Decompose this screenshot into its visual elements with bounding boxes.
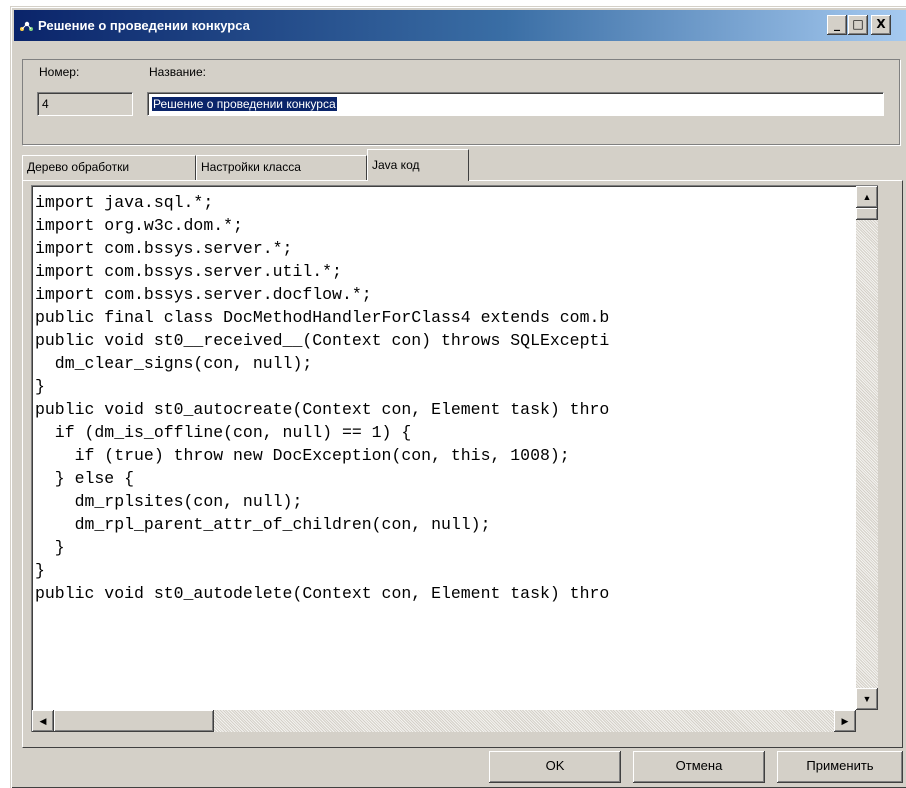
code-line: } [35, 561, 45, 580]
name-field[interactable]: Решение о проведении конкурса [147, 92, 884, 116]
name-label: Название: [149, 65, 206, 79]
scroll-left-arrow-icon[interactable]: ◀ [32, 710, 54, 732]
vertical-scroll-thumb[interactable] [856, 208, 878, 220]
maximize-button[interactable]: □ [848, 15, 868, 35]
java-code-editor[interactable]: import java.sql.*; import org.w3c.dom.*;… [31, 185, 878, 732]
app-icon [18, 18, 34, 34]
scroll-up-arrow-icon[interactable]: ▲ [856, 186, 878, 208]
title-bar[interactable]: Решение о проведении конкурса _ □ X [14, 10, 906, 41]
tab-class-settings[interactable]: Настройки класса [196, 155, 367, 181]
horizontal-scroll-thumb[interactable] [54, 710, 214, 732]
code-line: public void st0__received__(Context con)… [35, 331, 610, 350]
code-line: dm_rpl_parent_attr_of_children(con, null… [35, 515, 491, 534]
dialog-window: Решение о проведении конкурса _ □ X Номе… [10, 6, 906, 788]
close-button[interactable]: X [871, 15, 891, 35]
code-line: if (dm_is_offline(con, null) == 1) { [35, 423, 412, 442]
window-title: Решение о проведении конкурса [38, 18, 250, 33]
horizontal-scrollbar[interactable]: ◀ ▶ [32, 710, 856, 732]
name-field-value: Решение о проведении конкурса [152, 97, 337, 111]
code-line: } [35, 377, 45, 396]
number-field[interactable]: 4 [37, 92, 133, 116]
code-line: dm_clear_signs(con, null); [35, 354, 313, 373]
code-line: import com.bssys.server.util.*; [35, 262, 342, 281]
code-line: dm_rplsites(con, null); [35, 492, 303, 511]
code-line: if (true) throw new DocException(con, th… [35, 446, 570, 465]
scroll-right-arrow-icon[interactable]: ▶ [834, 710, 856, 732]
minimize-button[interactable]: _ [827, 15, 847, 35]
code-line: import com.bssys.server.*; [35, 239, 293, 258]
tab-java-code[interactable]: Java код [367, 149, 469, 181]
cancel-button[interactable]: Отмена [633, 751, 765, 783]
vertical-scrollbar[interactable]: ▲ ▼ [856, 186, 878, 710]
scrollbar-corner [856, 710, 878, 732]
tab-processing-tree[interactable]: Дерево обработки [22, 155, 196, 181]
code-line: public void st0_autocreate(Context con, … [35, 400, 610, 419]
code-line: import java.sql.*; [35, 193, 214, 212]
code-line: } else { [35, 469, 135, 488]
code-line: } [35, 538, 65, 557]
code-line: import com.bssys.server.docflow.*; [35, 285, 372, 304]
code-line: public final class DocMethodHandlerForCl… [35, 308, 610, 327]
apply-button[interactable]: Применить [777, 751, 903, 783]
code-area[interactable]: import java.sql.*; import org.w3c.dom.*;… [35, 191, 852, 706]
code-line: public void st0_autodelete(Context con, … [35, 584, 610, 603]
code-line: import org.w3c.dom.*; [35, 216, 243, 235]
number-label: Номер: [39, 65, 80, 79]
ok-button[interactable]: OK [489, 751, 621, 783]
scroll-down-arrow-icon[interactable]: ▼ [856, 688, 878, 710]
